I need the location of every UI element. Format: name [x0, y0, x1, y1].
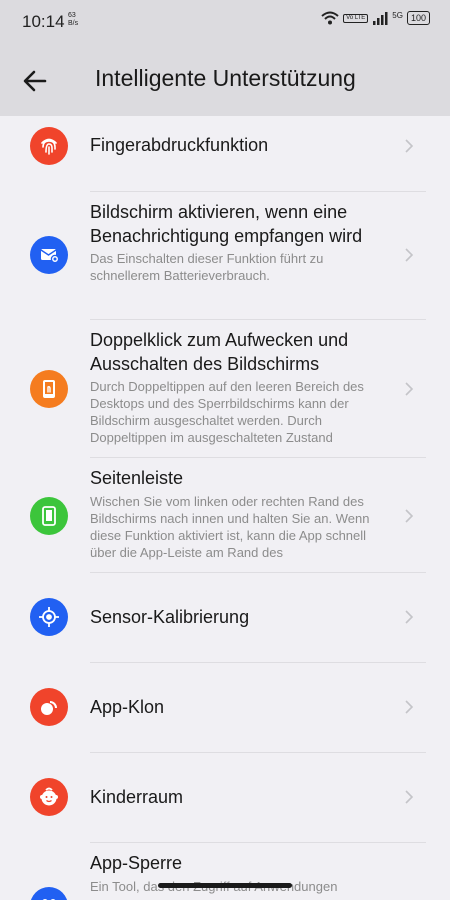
app-bar: Intelligente Unterstützung [0, 44, 450, 116]
item-subtitle: Durch Doppeltippen auf den leeren Bereic… [90, 379, 364, 445]
item-title: Fingerabdruckfunktion [90, 135, 269, 155]
list-item-app-lock[interactable]: App-Sperre Ein Tool, das den Zugriff auf… [0, 843, 450, 900]
item-title: App-Sperre [90, 853, 183, 873]
item-title: Bildschirm aktivieren, wenn eine Benachr… [90, 202, 363, 246]
chevron-right-icon [405, 248, 414, 262]
net-speed-value: 63 [68, 12, 76, 19]
fingerprint-icon [30, 127, 68, 165]
list-item-sensor-calibration[interactable]: Sensor-Kalibrierung [0, 573, 450, 662]
home-indicator[interactable] [158, 883, 292, 888]
volte-badge: Vo LTE [343, 13, 369, 23]
list-item-kids-space[interactable]: Kinderraum [0, 753, 450, 842]
status-icons: Vo LTE 5G 100 [321, 11, 430, 25]
item-subtitle: Wischen Sie vom linken oder rechten Rand… [90, 493, 370, 560]
chevron-right-icon [405, 382, 414, 396]
app-clone-icon [30, 688, 68, 726]
list-item-sidebar[interactable]: Seitenleiste Wischen Sie vom linken oder… [0, 458, 450, 572]
item-title: Kinderraum [90, 787, 184, 807]
status-time: 10:14 [22, 12, 65, 31]
phone-tap-icon [30, 370, 68, 408]
item-title: Sensor-Kalibrierung [90, 607, 250, 627]
signal-icon [373, 11, 388, 25]
wifi-icon [321, 11, 339, 25]
chevron-right-icon [405, 139, 414, 153]
arrow-left-icon[interactable] [22, 68, 48, 94]
net-speed-unit: B/s [68, 20, 79, 27]
child-face-icon [30, 778, 68, 816]
item-title: Doppelklick zum Aufwecken und Ausschalte… [90, 330, 349, 374]
network-type: 5G [392, 10, 403, 20]
list-item-notification-wake[interactable]: Bildschirm aktivieren, wenn eine Benachr… [0, 192, 450, 319]
list-item-double-tap[interactable]: Doppelklick zum Aufwecken und Ausschalte… [0, 320, 450, 457]
page-title: Intelligente Unterstützung [95, 65, 356, 91]
settings-list: Fingerabdruckfunktion Bildschirm aktivie… [0, 116, 450, 900]
crosshair-icon [30, 598, 68, 636]
notification-mail-icon [30, 236, 68, 274]
item-title: Seitenleiste [90, 468, 184, 488]
chevron-right-icon [405, 700, 414, 714]
status-bar: 10:14 63 B/s Vo LTE 5G 100 [0, 0, 450, 44]
net-speed: 63 B/s [68, 12, 78, 28]
phone-sidebar-icon [30, 497, 68, 535]
chevron-right-icon [405, 610, 414, 624]
battery-indicator: 100 [406, 11, 430, 25]
item-subtitle: Das Einschalten dieser Funktion führt zu… [90, 251, 324, 283]
chevron-right-icon [405, 509, 414, 523]
list-item-fingerprint[interactable]: Fingerabdruckfunktion [0, 116, 450, 191]
chevron-right-icon [405, 790, 414, 804]
list-item-app-clone[interactable]: App-Klon [0, 663, 450, 752]
app-lock-icon [30, 887, 68, 900]
item-title: App-Klon [90, 697, 165, 717]
